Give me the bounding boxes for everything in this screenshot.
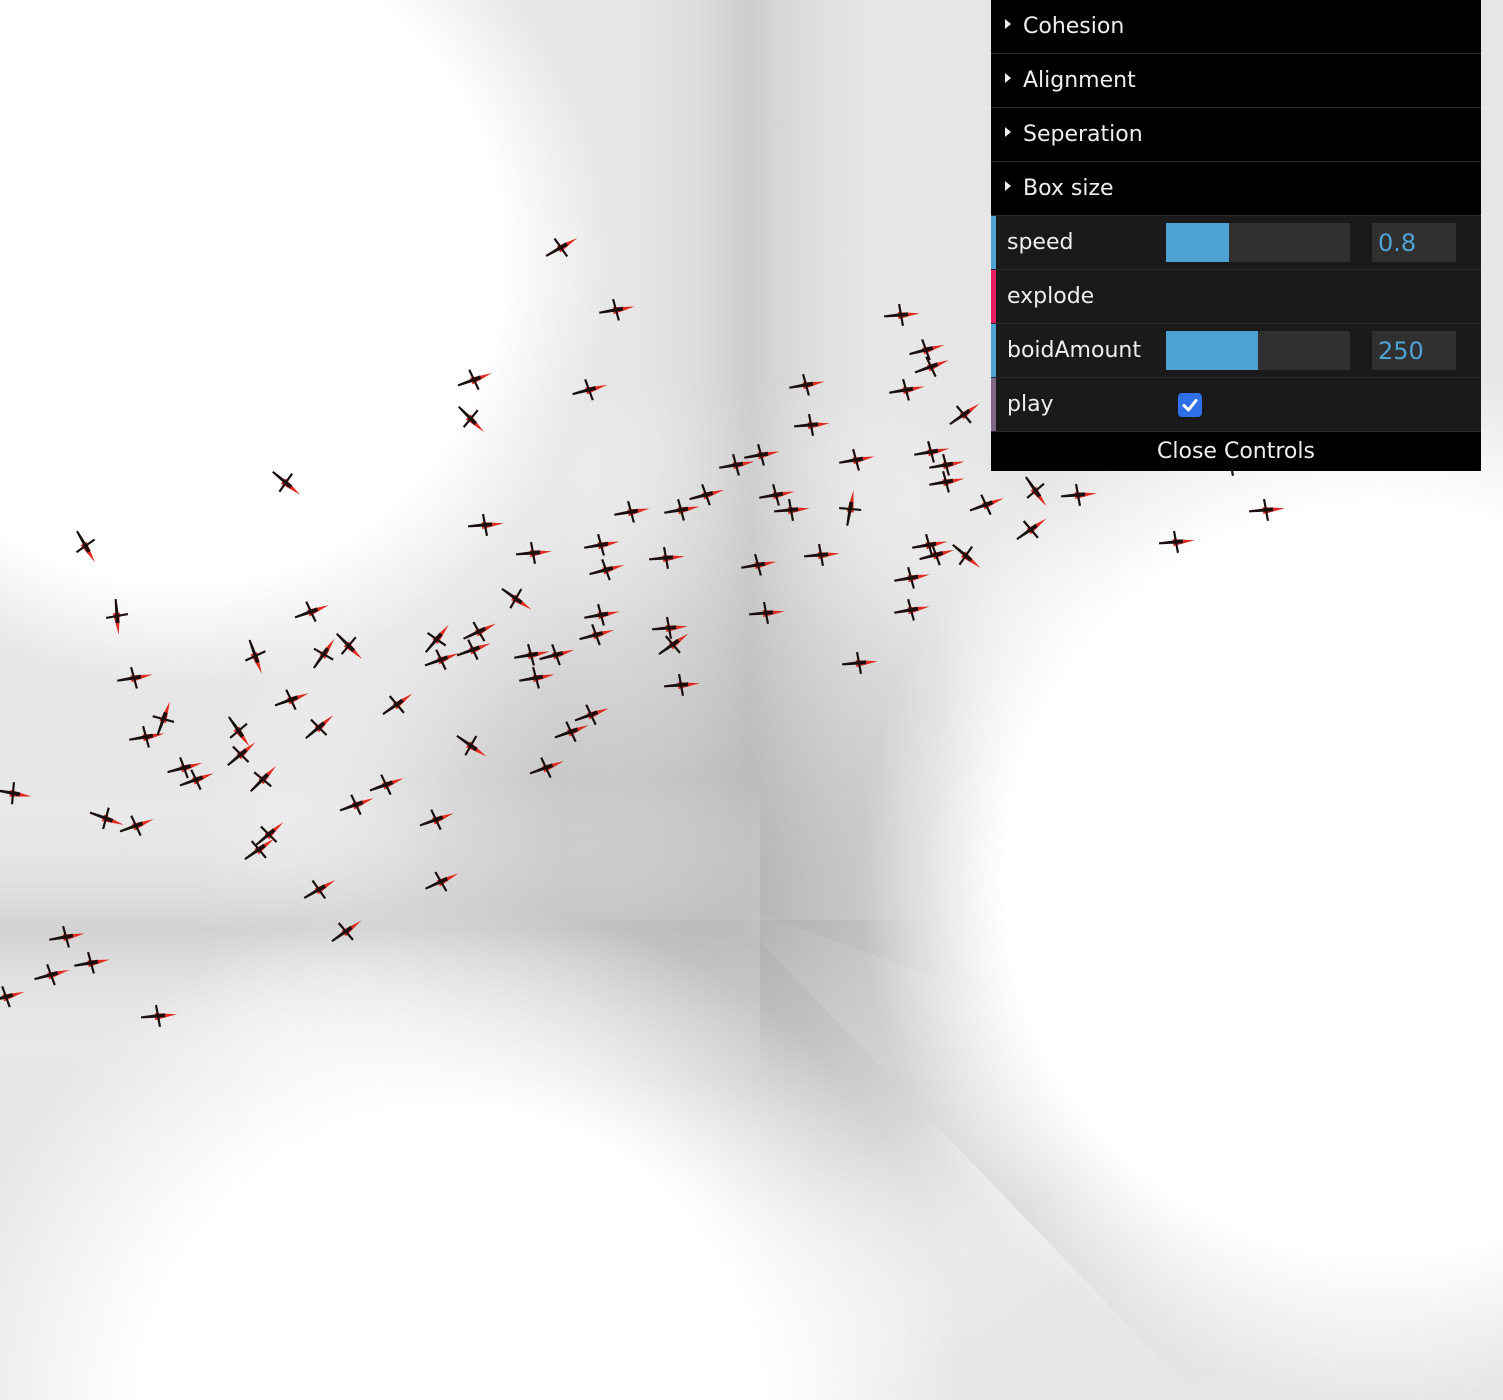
explode-stripe	[991, 270, 996, 323]
checkmark-icon	[1182, 398, 1198, 411]
folder-label: Seperation	[1023, 122, 1143, 147]
speed-label: speed	[1007, 230, 1074, 255]
triangle-right-icon	[1005, 18, 1011, 29]
speed-slider-fill	[1166, 223, 1229, 262]
explode-label: explode	[1007, 284, 1095, 309]
close-controls-button[interactable]: Close Controls	[991, 432, 1481, 471]
speed-stripe	[991, 216, 996, 269]
folder-label: Box size	[1023, 176, 1114, 201]
folder-alignment[interactable]: Alignment	[991, 54, 1481, 108]
controls-panel: Cohesion Alignment Seperation Box size s…	[991, 0, 1481, 471]
folder-box-size[interactable]: Box size	[991, 162, 1481, 216]
play-label: play	[1007, 392, 1054, 417]
triangle-right-icon	[1005, 180, 1011, 191]
play-checkbox[interactable]	[1178, 392, 1202, 417]
boid-amount-stripe	[991, 324, 996, 377]
boid-amount-slider[interactable]	[1166, 331, 1350, 370]
boid-amount-control: boidAmount 250	[991, 324, 1481, 378]
play-stripe	[991, 378, 996, 431]
triangle-right-icon	[1005, 126, 1011, 137]
play-control: play	[991, 378, 1481, 432]
triangle-right-icon	[1005, 72, 1011, 83]
speed-slider[interactable]	[1166, 223, 1350, 262]
explode-button[interactable]: explode	[991, 270, 1481, 324]
folder-seperation[interactable]: Seperation	[991, 108, 1481, 162]
folder-label: Alignment	[1023, 68, 1136, 93]
boid-amount-slider-fill	[1166, 331, 1258, 370]
speed-control: speed 0.8	[991, 216, 1481, 270]
speed-value-input[interactable]: 0.8	[1372, 223, 1456, 262]
boid-amount-value-input[interactable]: 250	[1372, 331, 1456, 370]
folder-label: Cohesion	[1023, 14, 1125, 39]
folder-cohesion[interactable]: Cohesion	[991, 0, 1481, 54]
boid-amount-label: boidAmount	[1007, 338, 1141, 363]
